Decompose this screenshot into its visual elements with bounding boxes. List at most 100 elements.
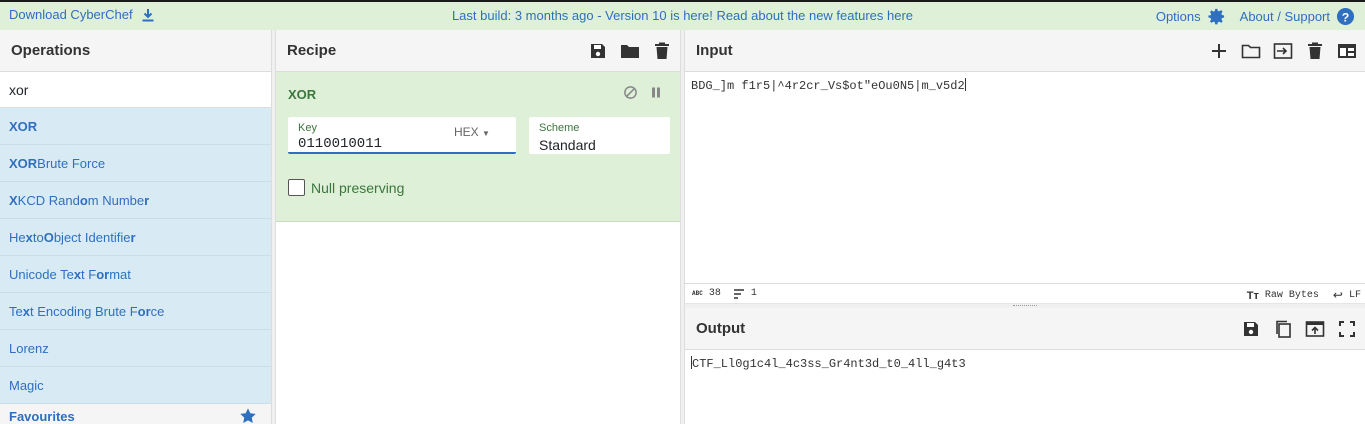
- match-highlight: r: [144, 192, 150, 208]
- svg-text:?: ?: [1342, 10, 1350, 24]
- options-button[interactable]: Options: [1156, 7, 1226, 26]
- match-highlight: r: [130, 229, 136, 245]
- folder-icon: [1241, 44, 1261, 59]
- save-icon: [591, 44, 605, 58]
- reset-layout-button[interactable]: [1337, 41, 1357, 61]
- save-recipe-button[interactable]: [588, 41, 608, 61]
- pause-icon: [652, 87, 660, 97]
- save-output-button[interactable]: [1241, 319, 1261, 339]
- operations-search: [0, 72, 271, 108]
- open-file-button[interactable]: [1241, 41, 1261, 61]
- operation-name-text: ce: [150, 303, 165, 319]
- options-label: Options: [1155, 9, 1201, 24]
- output-title: Output: [685, 308, 1365, 350]
- input-length-stat: ABC 38: [692, 288, 721, 299]
- match-highlight: x: [73, 266, 82, 282]
- operation-name-text: Brute Force: [37, 155, 106, 171]
- match-highlight: x: [25, 229, 33, 245]
- input-title: Input: [685, 30, 1365, 72]
- add-input-tab-button[interactable]: [1209, 41, 1229, 61]
- operation-list-item[interactable]: XOR Brute Force: [0, 145, 271, 182]
- download-label: Download CyberChef: [9, 7, 133, 22]
- null-preserving-label: Null preserving: [311, 179, 405, 196]
- operation-list-item[interactable]: Te x t Encoding Brute For ce: [0, 293, 271, 330]
- operation-name-text: m Numbe: [87, 192, 145, 208]
- operation-name-text: Unicode Te: [9, 266, 74, 282]
- text-format-icon: Tт: [1246, 289, 1259, 302]
- text-cursor: [964, 78, 966, 91]
- fullscreen-icon: [1339, 321, 1355, 337]
- caret-down-icon: ▼: [482, 129, 490, 138]
- open-folder-button[interactable]: [1273, 41, 1293, 61]
- load-recipe-button[interactable]: [620, 41, 640, 61]
- scheme-select[interactable]: Scheme Standard: [529, 117, 670, 154]
- clear-input-button[interactable]: [1305, 41, 1325, 61]
- input-lines-stat: 1: [733, 288, 757, 299]
- about-support-button[interactable]: About / Support ?: [1240, 7, 1355, 26]
- match-highlight: x: [22, 303, 30, 319]
- operation-name-text: He: [9, 229, 26, 245]
- recipe-pane: Recipe XOR Key HEX ▼ Scheme Sta: [275, 30, 681, 424]
- operation-name-text: t Encoding Brute F: [29, 303, 138, 319]
- output-textarea[interactable]: CTF_Ll0g1c4l_4c3ss_Gr4nt3d_t0_4ll_g4t3: [685, 350, 1365, 377]
- replace-input-icon: [1305, 321, 1325, 337]
- operation-name-text: bject Identifie: [53, 229, 131, 245]
- scheme-value: Standard: [539, 137, 596, 153]
- input-eol-selector[interactable]: ↩ LF: [1333, 288, 1361, 303]
- key-label: Key: [298, 122, 317, 134]
- save-icon: [1244, 322, 1258, 336]
- operation-list-item[interactable]: Unicode Te x t For mat: [0, 256, 271, 293]
- search-input[interactable]: [9, 81, 259, 98]
- io-pane: Input BDG_]m f1r5|^4r2cr_Vs$ot"eOu0N5|m_…: [684, 30, 1365, 424]
- operation-name-text: to: [32, 229, 44, 245]
- fullscreen-output-button[interactable]: [1337, 319, 1357, 339]
- match-highlight: XOR: [9, 118, 38, 134]
- download-cyberchef-link[interactable]: Download CyberChef: [9, 7, 155, 22]
- match-highlight: or: [96, 266, 110, 282]
- operation-name-text: Magic: [9, 377, 44, 393]
- match-highlight: or: [137, 303, 151, 319]
- operations-title: Operations: [0, 30, 271, 72]
- about-label: About / Support: [1239, 9, 1330, 24]
- input-textarea[interactable]: BDG_]m f1r5|^4r2cr_Vs$ot"eOu0N5|m_v5d2: [685, 72, 1365, 284]
- key-format-dropdown[interactable]: HEX ▼: [454, 125, 490, 139]
- clear-recipe-button[interactable]: [652, 41, 672, 61]
- replace-input-button[interactable]: [1305, 319, 1325, 339]
- operation-list-item[interactable]: X KCD Rand o m Numbe r: [0, 182, 271, 219]
- operations-pane: Operations XORXOR Brute ForceXKCD Random…: [0, 30, 272, 424]
- xor-operation[interactable]: XOR Key HEX ▼ Scheme Standard Null prese…: [276, 72, 680, 222]
- match-highlight: X: [9, 192, 18, 208]
- help-icon: ?: [1336, 7, 1355, 26]
- scheme-label: Scheme: [539, 122, 580, 134]
- download-icon: [142, 8, 154, 21]
- disable-operation-button[interactable]: [622, 84, 638, 100]
- pause-operation-button[interactable]: [648, 84, 664, 100]
- top-banner: Download CyberChef Last build: 3 months …: [0, 0, 1365, 30]
- null-preserving-checkbox[interactable]: Null preserving: [288, 179, 404, 196]
- favourites-header[interactable]: Favourites: [0, 404, 271, 424]
- operation-list-item[interactable]: Lorenz: [0, 330, 271, 367]
- announcement-link[interactable]: Last build: 3 months ago - Version 10 is…: [452, 8, 913, 23]
- operation-list-item[interactable]: He x to Object Identifie r: [0, 219, 271, 256]
- operation-name: XOR: [288, 87, 317, 102]
- return-icon: ↩: [1332, 289, 1343, 303]
- match-highlight: O: [43, 229, 54, 245]
- checkbox-box[interactable]: [288, 179, 305, 196]
- key-input[interactable]: [298, 136, 448, 152]
- match-highlight: XOR: [9, 155, 38, 171]
- input-encoding-selector[interactable]: Tт Raw Bytes: [1247, 290, 1319, 302]
- lines-icon: [733, 288, 744, 299]
- operations-list: XOR XOR Brute Force X KCD Rand o m Numbe r He x …: [0, 108, 271, 404]
- operation-name-text: Te: [9, 303, 23, 319]
- copy-output-button[interactable]: [1273, 319, 1293, 339]
- operation-name-text: t F: [81, 266, 97, 282]
- operation-name-text: KCD Rand: [17, 192, 80, 208]
- layout-icon: [1338, 44, 1356, 58]
- star-icon: [240, 408, 256, 424]
- operation-list-item[interactable]: XOR: [0, 108, 271, 145]
- abc-icon: ABC: [692, 290, 703, 297]
- operation-list-item[interactable]: Magic: [0, 367, 271, 404]
- plus-icon: [1212, 44, 1226, 58]
- folder-icon: [621, 45, 639, 58]
- trash-icon: [1308, 42, 1322, 59]
